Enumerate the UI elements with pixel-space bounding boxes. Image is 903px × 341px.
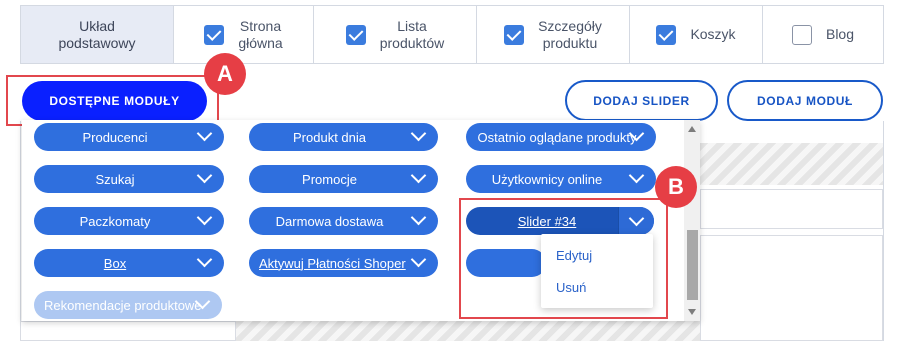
add-module-button[interactable]: DODAJ MODUŁ: [727, 80, 883, 121]
module-pill[interactable]: Użytkownicy online: [466, 165, 656, 193]
tab-details-label-line2: produktu: [542, 34, 598, 51]
tab-list-label-line1: Lista: [397, 17, 427, 34]
highlight-frame-a: [6, 75, 219, 126]
chevron-down-icon[interactable]: [198, 130, 210, 142]
home-checkbox[interactable]: [204, 24, 225, 45]
chevron-down-icon[interactable]: [198, 172, 210, 184]
tab-home[interactable]: Strona główna: [174, 6, 314, 63]
chevron-down-icon: [196, 298, 208, 310]
module-label: Producenci: [82, 129, 148, 145]
module-label: Produkt dnia: [293, 129, 366, 145]
chevron-down-icon[interactable]: [412, 172, 424, 184]
module-label: Darmowa dostawa: [275, 213, 384, 229]
module-label: Rekomendacje produktowe: [44, 297, 202, 313]
module-pill-disabled: Rekomendacje produktowe: [34, 291, 222, 319]
module-label: Użytkownicy online: [491, 171, 603, 187]
tab-home-label-line2: główna: [238, 34, 283, 51]
product-details-checkbox[interactable]: [504, 24, 525, 45]
chevron-down-icon[interactable]: [198, 214, 210, 226]
tab-cart[interactable]: Koszyk: [630, 6, 763, 63]
layout-slot: [20, 321, 236, 341]
add-slider-button[interactable]: DODAJ SLIDER: [565, 80, 718, 121]
chevron-down-icon[interactable]: [412, 256, 424, 268]
scroll-down-arrow-icon[interactable]: [688, 309, 696, 315]
tab-product-details[interactable]: Szczegóły produktu: [477, 6, 630, 63]
layout-slot: [700, 189, 883, 229]
tab-base-layout[interactable]: Układ podstawowy: [21, 6, 174, 63]
marker-a: A: [204, 53, 246, 95]
module-label: Paczkomaty: [79, 213, 151, 229]
hatched-slot: [236, 321, 700, 341]
tab-details-label-line1: Szczegóły: [538, 17, 602, 34]
module-label[interactable]: Aktywuj Płatności Shoper: [259, 256, 406, 271]
module-label: Ostatnio oglądane produkty: [477, 129, 637, 145]
tab-base-label-line1: Układ: [79, 17, 115, 34]
module-label[interactable]: Box: [44, 256, 186, 271]
hatched-slot: [700, 143, 883, 185]
tab-product-list[interactable]: Lista produktów: [314, 6, 477, 63]
chevron-down-icon[interactable]: [198, 256, 210, 268]
module-pill[interactable]: Szukaj: [34, 165, 224, 193]
module-pill[interactable]: Darmowa dostawa: [249, 207, 438, 235]
tab-base-label-line2: podstawowy: [58, 34, 136, 51]
tab-blog-label: Blog: [825, 26, 855, 42]
chevron-down-icon[interactable]: [412, 214, 424, 226]
module-pill[interactable]: Promocje: [249, 165, 438, 193]
module-pill[interactable]: Paczkomaty: [34, 207, 224, 235]
module-pill[interactable]: Produkt dnia: [249, 123, 438, 151]
module-pill[interactable]: Producenci: [34, 123, 224, 151]
marker-b: B: [655, 166, 697, 208]
highlight-frame-b: [459, 198, 668, 319]
module-label: Promocje: [302, 171, 357, 187]
module-pill[interactable]: Aktywuj Płatności Shoper: [249, 249, 438, 277]
module-pill[interactable]: Ostatnio oglądane produkty: [466, 123, 656, 151]
chevron-down-icon[interactable]: [630, 130, 642, 142]
scrollbar-thumb[interactable]: [687, 230, 698, 300]
cart-checkbox[interactable]: [656, 24, 677, 45]
scroll-up-arrow-icon[interactable]: [688, 126, 696, 132]
tab-cart-label: Koszyk: [690, 26, 736, 42]
tab-blog[interactable]: Blog: [763, 6, 883, 63]
blog-checkbox[interactable]: [791, 24, 812, 45]
module-pill[interactable]: Box: [34, 249, 224, 277]
module-label: Szukaj: [95, 171, 135, 187]
chevron-down-icon[interactable]: [412, 130, 424, 142]
layout-tabbar: Układ podstawowy Strona główna Lista pro…: [20, 5, 884, 64]
layout-slot: [700, 235, 883, 341]
tab-home-label-line1: Strona: [239, 17, 282, 34]
tab-list-label-line2: produktów: [379, 34, 445, 51]
chevron-down-icon[interactable]: [630, 172, 642, 184]
product-list-checkbox[interactable]: [345, 24, 366, 45]
